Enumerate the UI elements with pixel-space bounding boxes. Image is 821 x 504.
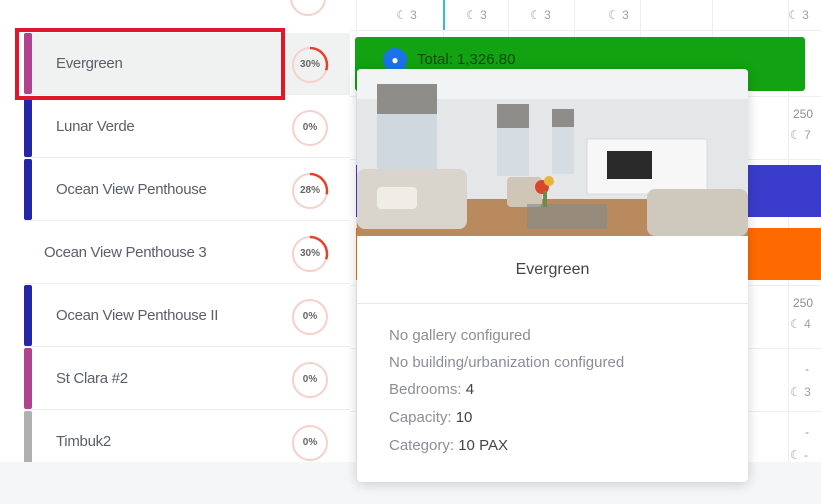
unit-row-ocean-view-penthouse-3[interactable]: Ocean View Penthouse 3 30% xyxy=(24,222,350,284)
unit-preview-card: Evergreen No gallery configured No build… xyxy=(357,69,748,482)
unit-name: Lunar Verde xyxy=(56,118,135,135)
unit-row-timbuk2[interactable]: Timbuk2 0% xyxy=(24,411,350,462)
night-count: ☾ - xyxy=(790,448,809,462)
occupancy-percent: 0% xyxy=(302,311,318,322)
night-count: ☾ 3 xyxy=(396,8,417,22)
occupancy-percent: 30% xyxy=(299,59,320,70)
occupancy-ring: 0% xyxy=(290,297,330,337)
night-count: ☾ 3 xyxy=(530,8,551,22)
occupancy-percent: 30% xyxy=(299,248,320,259)
price-cell: - xyxy=(805,362,809,376)
moon-icon: ☾ xyxy=(788,8,799,22)
moon-icon: ☾ xyxy=(790,317,801,331)
night-count: ☾ 4 xyxy=(790,317,811,331)
unit-name: Ocean View Penthouse II xyxy=(56,307,219,324)
capacity-info: Capacity: 10 xyxy=(389,409,473,426)
bedrooms-value: 4 xyxy=(465,381,475,398)
price-cell: 250 xyxy=(793,107,814,121)
occupancy-ring: 0% xyxy=(290,423,330,462)
night-count: ☾ 3 xyxy=(788,8,809,22)
building-status: No building/urbanization configured xyxy=(389,354,625,371)
unit-color-bar xyxy=(24,411,32,462)
unit-color-bar xyxy=(24,285,32,346)
unit-name: St Clara #2 xyxy=(56,370,128,387)
night-count: ☾ 3 xyxy=(608,8,629,22)
occupancy-ring: 0% xyxy=(290,360,330,400)
category-value: 10 PAX xyxy=(458,437,508,454)
occupancy-ring: 28% xyxy=(290,171,330,211)
unit-color-bar xyxy=(24,159,32,220)
occupancy-percent: 0% xyxy=(302,122,318,133)
progress-ring xyxy=(288,0,328,18)
today-marker xyxy=(443,0,445,30)
moon-icon: ☾ xyxy=(530,8,541,22)
unit-name: Ocean View Penthouse 3 xyxy=(44,244,207,261)
unit-row-st-clara-2[interactable]: St Clara #2 0% xyxy=(24,348,350,410)
unit-row-lunar-verde[interactable]: Lunar Verde 0% xyxy=(24,96,350,158)
occupancy-ring: 30% xyxy=(290,45,330,85)
moon-icon: ☾ xyxy=(790,448,801,462)
gallery-status: No gallery configured xyxy=(389,327,531,344)
unit-row-ocean-view-penthouse-ii[interactable]: Ocean View Penthouse II 0% xyxy=(24,285,350,347)
divider xyxy=(357,303,748,304)
night-count: ☾ 3 xyxy=(466,8,487,22)
selection-highlight xyxy=(15,28,285,100)
capacity-value: 10 xyxy=(455,409,473,426)
moon-icon: ☾ xyxy=(396,8,407,22)
occupancy-percent: 0% xyxy=(302,437,318,448)
unit-title: Evergreen xyxy=(515,261,590,278)
price-cell: - xyxy=(805,425,809,439)
occupancy-ring: 0% xyxy=(290,108,330,148)
unit-name: Ocean View Penthouse xyxy=(56,181,207,198)
occupancy-percent: 28% xyxy=(299,185,320,196)
category-info: Category: 10 PAX xyxy=(389,437,508,454)
moon-icon: ☾ xyxy=(790,128,801,142)
unit-name: Timbuk2 xyxy=(56,433,111,450)
occupancy-percent: 0% xyxy=(302,374,318,385)
price-cell: 250 xyxy=(793,296,814,310)
booking-total: Total: 1,326.80 xyxy=(417,51,516,68)
unit-photo xyxy=(357,69,748,236)
bedrooms-info: Bedrooms: 4 xyxy=(389,381,475,398)
moon-icon: ☾ xyxy=(608,8,619,22)
unit-color-bar xyxy=(24,96,32,157)
occupancy-ring: 30% xyxy=(290,234,330,274)
night-count: ☾ 3 xyxy=(790,385,811,399)
moon-icon: ☾ xyxy=(466,8,477,22)
app-root: Evergreen 30% Lunar Verde 0% Ocean View … xyxy=(0,0,821,504)
unit-row-ocean-view-penthouse[interactable]: Ocean View Penthouse 28% xyxy=(24,159,350,221)
unit-color-bar xyxy=(24,348,32,409)
night-count: ☾ 7 xyxy=(790,128,811,142)
moon-icon: ☾ xyxy=(790,385,801,399)
